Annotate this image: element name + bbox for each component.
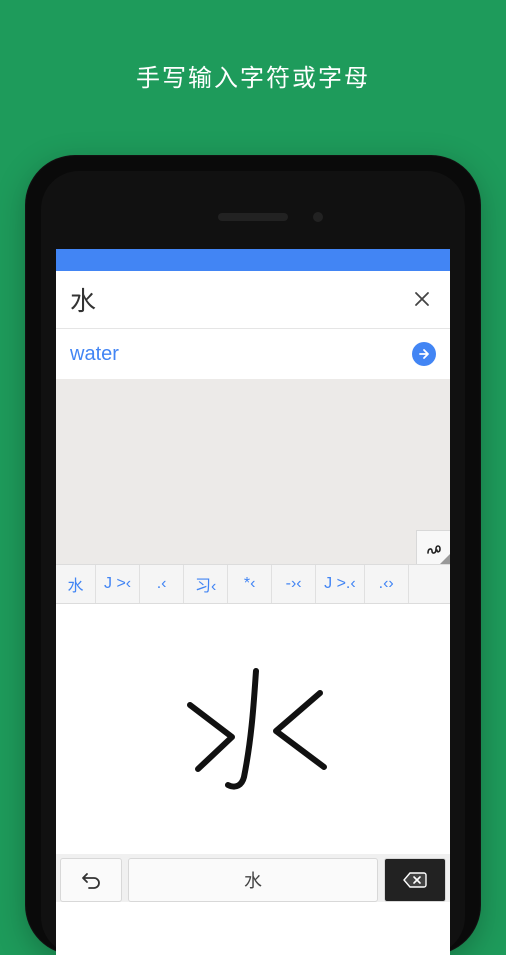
promo-title: 手写输入字符或字母 <box>0 0 506 93</box>
scribble-icon <box>425 539 443 557</box>
handwrite-toggle[interactable] <box>416 530 450 564</box>
source-input[interactable]: 水 <box>70 281 408 318</box>
suggestion-item[interactable]: *‹ <box>228 565 272 603</box>
close-icon <box>414 291 430 307</box>
suggestion-item[interactable]: 习‹ <box>184 565 228 603</box>
arrow-right-icon <box>417 347 431 361</box>
earpiece <box>218 213 288 221</box>
screen: 水 water 水 J >‹ .‹ 习‹ <box>56 249 450 955</box>
handwriting-canvas[interactable] <box>56 604 450 854</box>
translation-text: water <box>70 343 412 366</box>
app-header-bar <box>56 249 450 271</box>
suggestion-item[interactable]: J >.‹ <box>316 565 365 603</box>
keyboard-bottom-bar: 水 <box>56 854 450 902</box>
clear-button[interactable] <box>408 281 436 319</box>
input-row: 水 <box>56 271 450 329</box>
phone-frame: 水 water 水 J >‹ .‹ 习‹ <box>25 155 481 955</box>
go-button[interactable] <box>412 342 436 366</box>
suggestion-item[interactable]: -›‹ <box>272 565 316 603</box>
backspace-icon <box>403 871 427 889</box>
handwriting-stroke <box>168 659 338 799</box>
suggestion-item[interactable]: 水 <box>56 565 96 603</box>
suggestion-bar: 水 J >‹ .‹ 习‹ *‹ -›‹ J >.‹ .‹› <box>56 564 450 604</box>
sensor <box>313 212 323 222</box>
suggestion-item[interactable]: .‹ <box>140 565 184 603</box>
undo-key[interactable] <box>60 858 122 902</box>
space-key[interactable]: 水 <box>128 858 378 902</box>
suggestion-item[interactable]: J >‹ <box>96 565 140 603</box>
undo-icon <box>80 869 102 891</box>
backspace-key[interactable] <box>384 858 446 902</box>
suggestion-item[interactable]: .‹› <box>365 565 409 603</box>
content-area <box>56 379 450 564</box>
result-row[interactable]: water <box>56 329 450 379</box>
